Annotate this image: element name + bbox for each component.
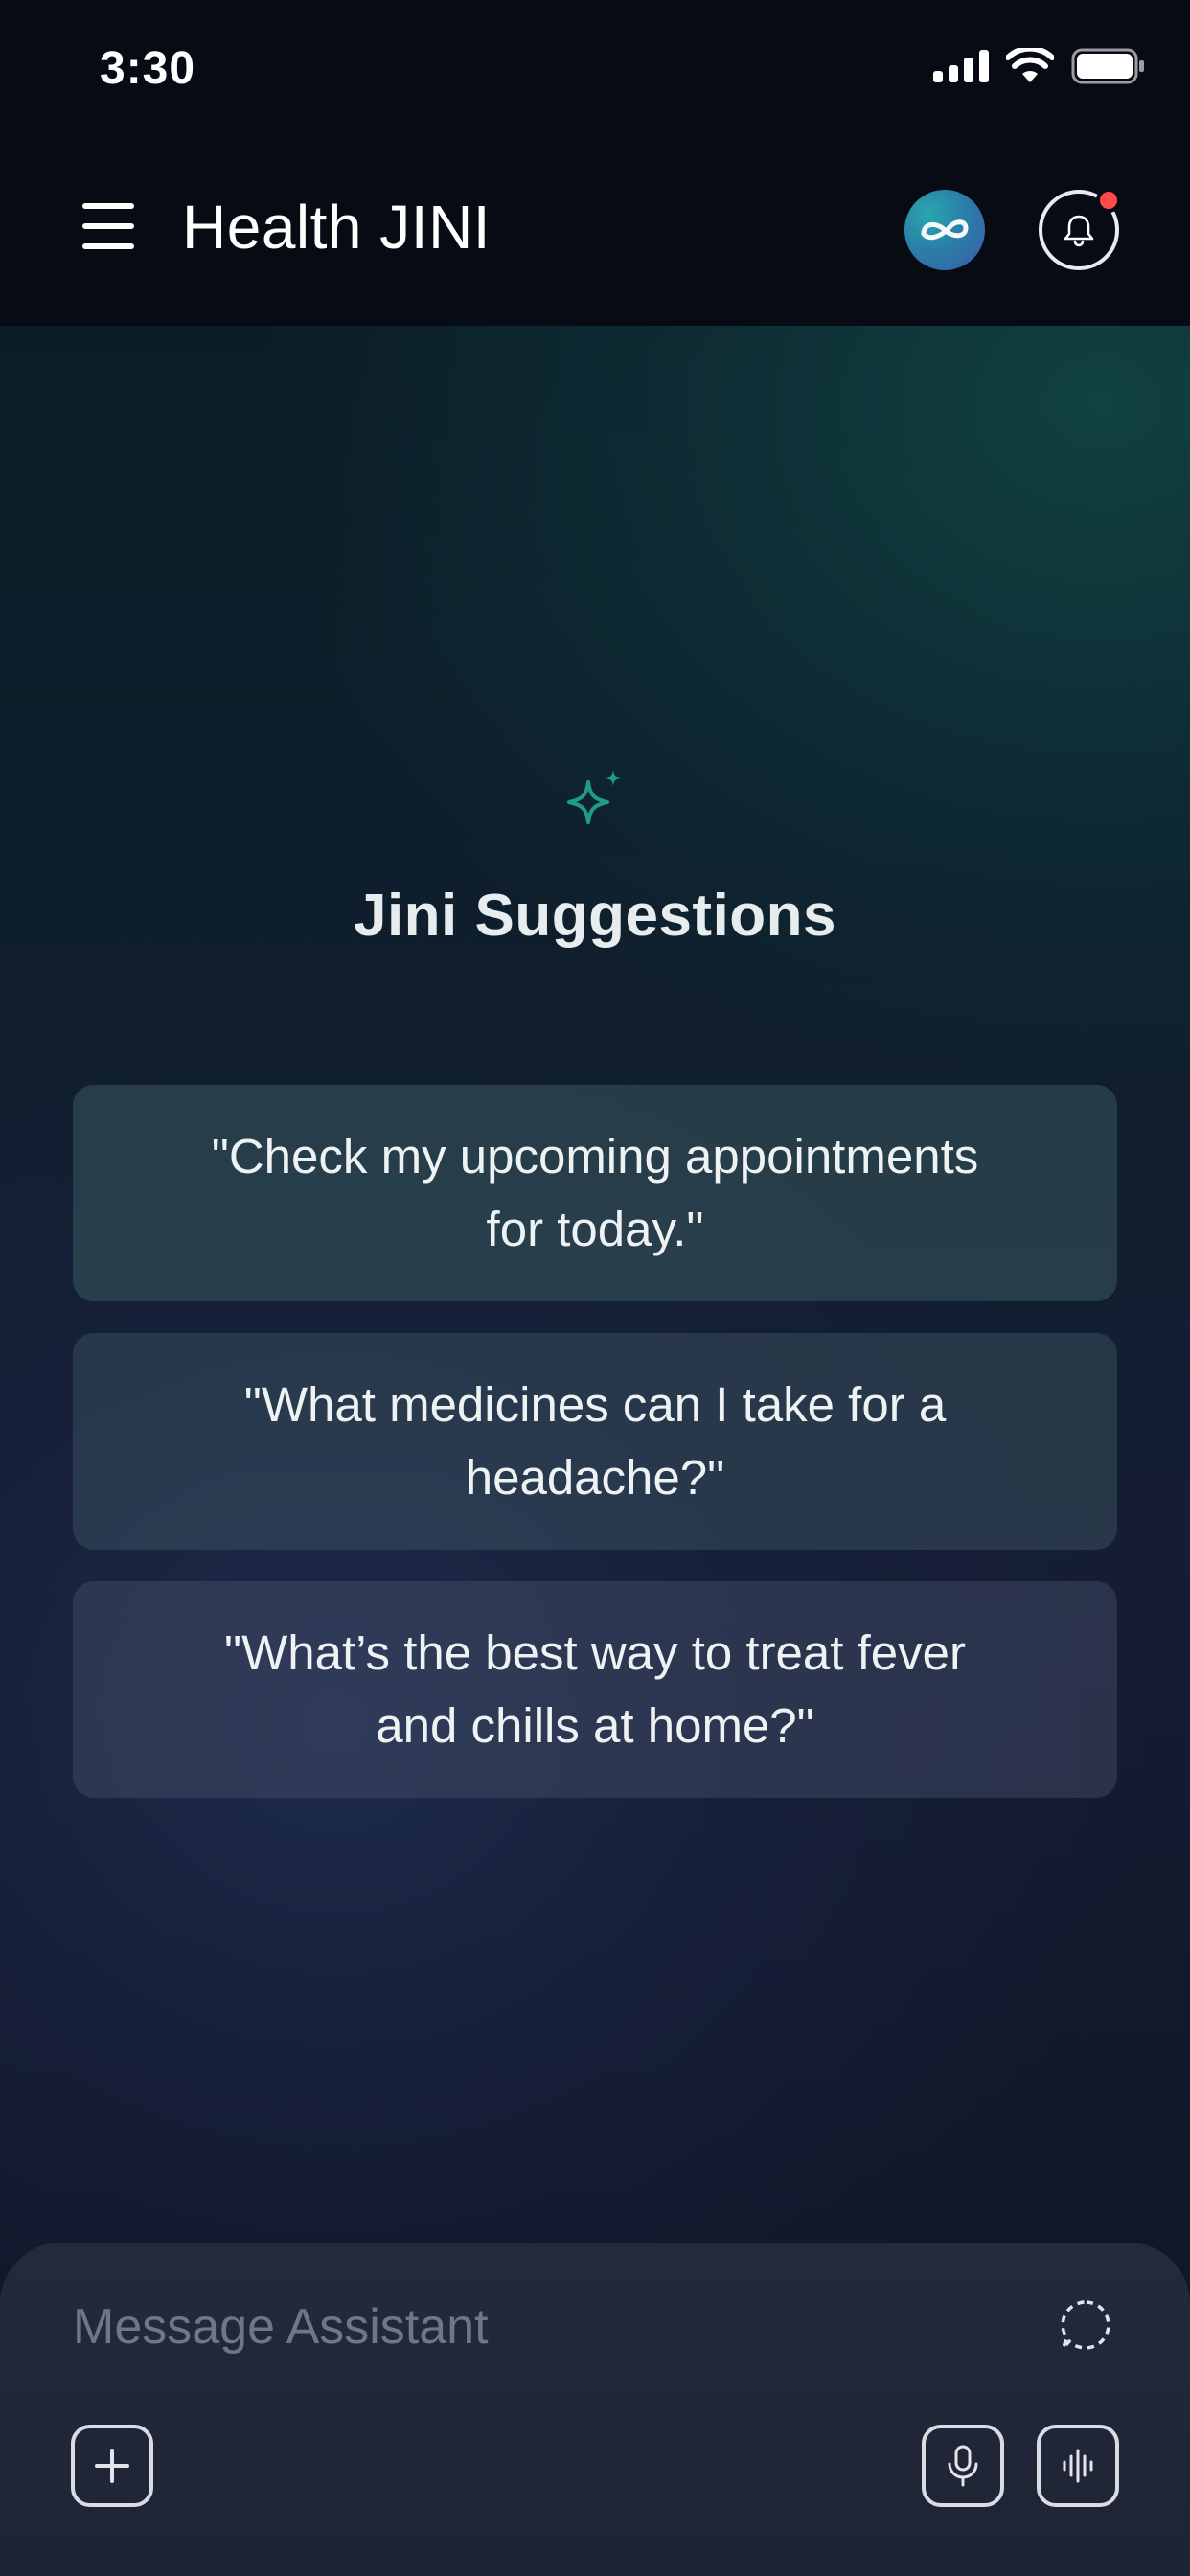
- bell-icon: [1064, 215, 1094, 247]
- top-bar: 3:30 Health JINI: [0, 0, 1190, 326]
- sparkle-icon: [567, 770, 621, 824]
- plus-icon: [95, 2449, 129, 2483]
- suggestion-card[interactable]: "What medicines can I take for a headach…: [73, 1333, 1117, 1550]
- status-time: 3:30: [100, 43, 196, 94]
- suggestion-card[interactable]: "Check my upcoming appointments for toda…: [73, 1085, 1117, 1301]
- app-screen: 3:30 Health JINI Jini Suggestions "Check…: [0, 0, 1190, 2576]
- waveform-icon: [1063, 2449, 1093, 2483]
- suggestion-card[interactable]: "What’s the best way to treat fever and …: [73, 1581, 1117, 1798]
- app-title: Health JINI: [182, 193, 492, 262]
- status-icons: [933, 48, 1146, 84]
- voice-mode-button[interactable]: [1037, 2425, 1119, 2507]
- notification-badge: [1096, 188, 1121, 213]
- message-composer: [0, 2242, 1190, 2576]
- microphone-icon: [948, 2445, 978, 2487]
- microphone-button[interactable]: [922, 2425, 1004, 2507]
- cellular-signal-icon: [933, 50, 989, 82]
- menu-icon[interactable]: [82, 203, 134, 249]
- wifi-icon: [1006, 48, 1054, 82]
- infinity-logo-icon: [921, 219, 969, 241]
- notification-button[interactable]: [1039, 188, 1121, 270]
- add-attachment-button[interactable]: [71, 2425, 153, 2507]
- message-input[interactable]: [73, 2288, 935, 2365]
- jini-logo-avatar[interactable]: [904, 190, 985, 270]
- suggestions-title: Jini Suggestions: [353, 883, 837, 949]
- battery-icon: [1071, 48, 1144, 84]
- chat-bubble-icon[interactable]: [1056, 2294, 1117, 2356]
